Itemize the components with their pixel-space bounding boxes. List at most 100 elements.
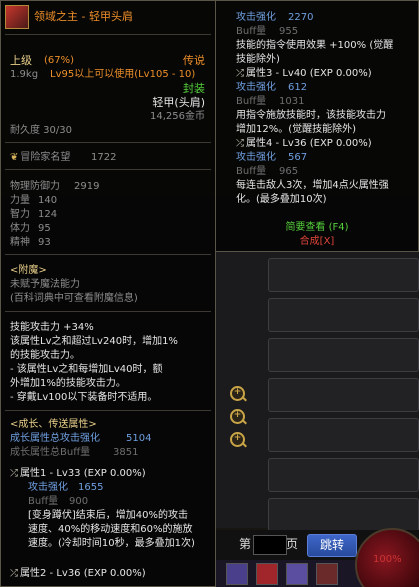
item-slot[interactable] (268, 338, 419, 372)
hp-orb-text: 100% (373, 554, 402, 565)
adventure-fame-value: 1722 (91, 152, 117, 163)
buff-label: Buff量 (236, 26, 267, 37)
atk-value: 2270 (288, 12, 314, 23)
atk-value: 612 (288, 82, 308, 93)
divider (5, 410, 211, 411)
enchant-line: 未赋予魔法能力 (10, 279, 80, 290)
buff-label: Buff量 (28, 496, 59, 507)
effect-line: 技能攻击力 +34% (10, 322, 94, 333)
stat-value: 2919 (74, 181, 100, 192)
zoom-in-icon[interactable]: + (230, 432, 245, 447)
stat-label: 精神 (10, 237, 30, 248)
shuffle-icon: ⤮ (10, 568, 18, 579)
fame-icon: ❦ (10, 152, 19, 163)
desc-line: 技能的指令使用效果 +100% (觉醒 (236, 40, 394, 51)
growth-buff-value: 3851 (113, 447, 139, 458)
divider (5, 254, 211, 255)
item-grade-pct: (67%) (44, 55, 75, 66)
stat-label: 力量 (10, 195, 30, 206)
item-icon (5, 5, 29, 29)
buff-label: Buff量 (236, 96, 267, 107)
item-weight: 1.9kg (10, 69, 39, 80)
item-slot[interactable] (268, 298, 419, 332)
divider (5, 142, 211, 143)
desc-line: [变身蹲伏]结束后，增加40%的攻击 (28, 510, 189, 521)
stat-label: 智力 (10, 209, 30, 220)
attr3-title: ⤮ 属性3 - Lv40 (EXP 0.00%) (236, 68, 372, 80)
divider (5, 311, 211, 312)
shuffle-icon: ⤮ (10, 468, 18, 479)
buff-value: 1031 (279, 96, 305, 107)
skill-slot-icon[interactable] (226, 563, 248, 585)
stat-value: 140 (38, 195, 58, 206)
attr4-title: ⤮ 属性4 - Lv36 (EXP 0.00%) (236, 138, 372, 150)
atk-label: 攻击强化 (236, 152, 276, 163)
stat-value: 93 (38, 237, 51, 248)
skill-slot-icon[interactable] (316, 563, 338, 585)
page-number-input[interactable] (253, 535, 287, 555)
item-slot[interactable] (268, 418, 419, 452)
item-slot[interactable] (268, 498, 419, 532)
jump-button[interactable]: 跳转 (307, 534, 357, 557)
item-tooltip: 领域之主 - 轻甲头肩 上级 (67%) 传说 1.9kg Lv95以上可以使用… (0, 0, 216, 587)
buff-value: 900 (69, 496, 89, 507)
synthesis-link[interactable]: 合成[X] (216, 236, 418, 248)
skill-slot-icon[interactable] (286, 563, 308, 585)
item-durability: 耐久度 30/30 (10, 125, 72, 136)
item-slot[interactable] (268, 458, 419, 492)
item-price: 14,256金币 (150, 111, 205, 122)
stat-label: 体力 (10, 223, 30, 234)
buff-label: Buff量 (236, 166, 267, 177)
atk-label: 攻击强化 (236, 12, 276, 23)
desc-line: 增加12%。(觉醒技能除外) (236, 124, 357, 135)
effect-line: 外增加1%的技能攻击力。 (10, 378, 126, 389)
growth-atk-label: 成长属性总攻击强化 (10, 433, 100, 444)
item-rarity: 传说 (183, 54, 205, 67)
item-slot[interactable] (268, 258, 419, 292)
effect-line: - 该属性Lv之和每增加Lv40时，额 (10, 364, 163, 375)
attr2-title: ⤮ 属性2 - Lv36 (EXP 0.00%) (10, 568, 146, 580)
growth-atk-value: 5104 (126, 433, 152, 444)
item-type: 轻甲(头肩) (152, 96, 205, 109)
desc-line: 每连击敌人3次，增加4点火属性强 (236, 180, 389, 191)
stat-value: 124 (38, 209, 58, 220)
growth-buff-label: 成长属性总Buff量 (10, 447, 91, 458)
shuffle-icon: ⤮ (236, 138, 244, 149)
item-slot[interactable] (268, 378, 419, 412)
enchant-title: <附魔> (10, 265, 47, 276)
page-label: 第 (239, 537, 252, 551)
attr1-title-text: 属性1 - Lv33 (EXP 0.00%) (20, 468, 146, 479)
divider (5, 34, 211, 35)
attr3-title-text: 属性3 - Lv40 (EXP 0.00%) (246, 68, 372, 79)
atk-value: 567 (288, 152, 308, 163)
buff-value: 965 (279, 166, 299, 177)
side-tooltip: 攻击强化 2270 Buff量 955 技能的指令使用效果 +100% (觉醒 … (215, 0, 419, 252)
stat-value: 95 (38, 223, 51, 234)
attr1-title: ⤮ 属性1 - Lv33 (EXP 0.00%) (10, 468, 146, 480)
growth-title: <成长、传送属性> (10, 419, 97, 430)
desc-line: 速度、40%的移动速度和60%的施放 (28, 524, 193, 535)
shuffle-icon: ⤮ (236, 68, 244, 79)
effect-line: 的技能攻击力。 (10, 350, 80, 361)
effect-line: - 穿戴Lv100以下装备时不适用。 (10, 392, 158, 403)
divider (5, 169, 211, 170)
desc-line: 速度。(冷却时间10秒，最多叠加1次) (28, 538, 195, 549)
item-grade: 上级 (10, 54, 32, 67)
desc-line: 化。(最多叠加10次) (236, 194, 327, 205)
attr2-title-text: 属性2 - Lv36 (EXP 0.00%) (20, 568, 146, 579)
enchant-line: (百科词典中可查看附魔信息) (10, 293, 138, 304)
item-seal: 封装 (183, 82, 205, 95)
desc-line: 用指令施放技能时，该技能攻击力 (236, 110, 386, 121)
adventure-fame: ❦ 冒险家名望 (10, 152, 70, 164)
zoom-in-icon[interactable]: + (230, 409, 245, 424)
atk-label: 攻击强化 (236, 82, 276, 93)
buff-value: 955 (279, 26, 299, 37)
brief-view-link[interactable]: 简要查看 (F4) (216, 222, 418, 234)
item-level-req: Lv95以上可以使用(Lv105 - 10) (50, 69, 196, 80)
attr4-title-text: 属性4 - Lv36 (EXP 0.00%) (246, 138, 372, 149)
stat-label: 物理防御力 (10, 181, 60, 192)
zoom-in-icon[interactable]: + (230, 386, 245, 401)
adventure-fame-label: 冒险家名望 (20, 152, 71, 163)
skill-slot-icon[interactable] (256, 563, 278, 585)
item-name: 领域之主 - 轻甲头肩 (34, 10, 133, 23)
